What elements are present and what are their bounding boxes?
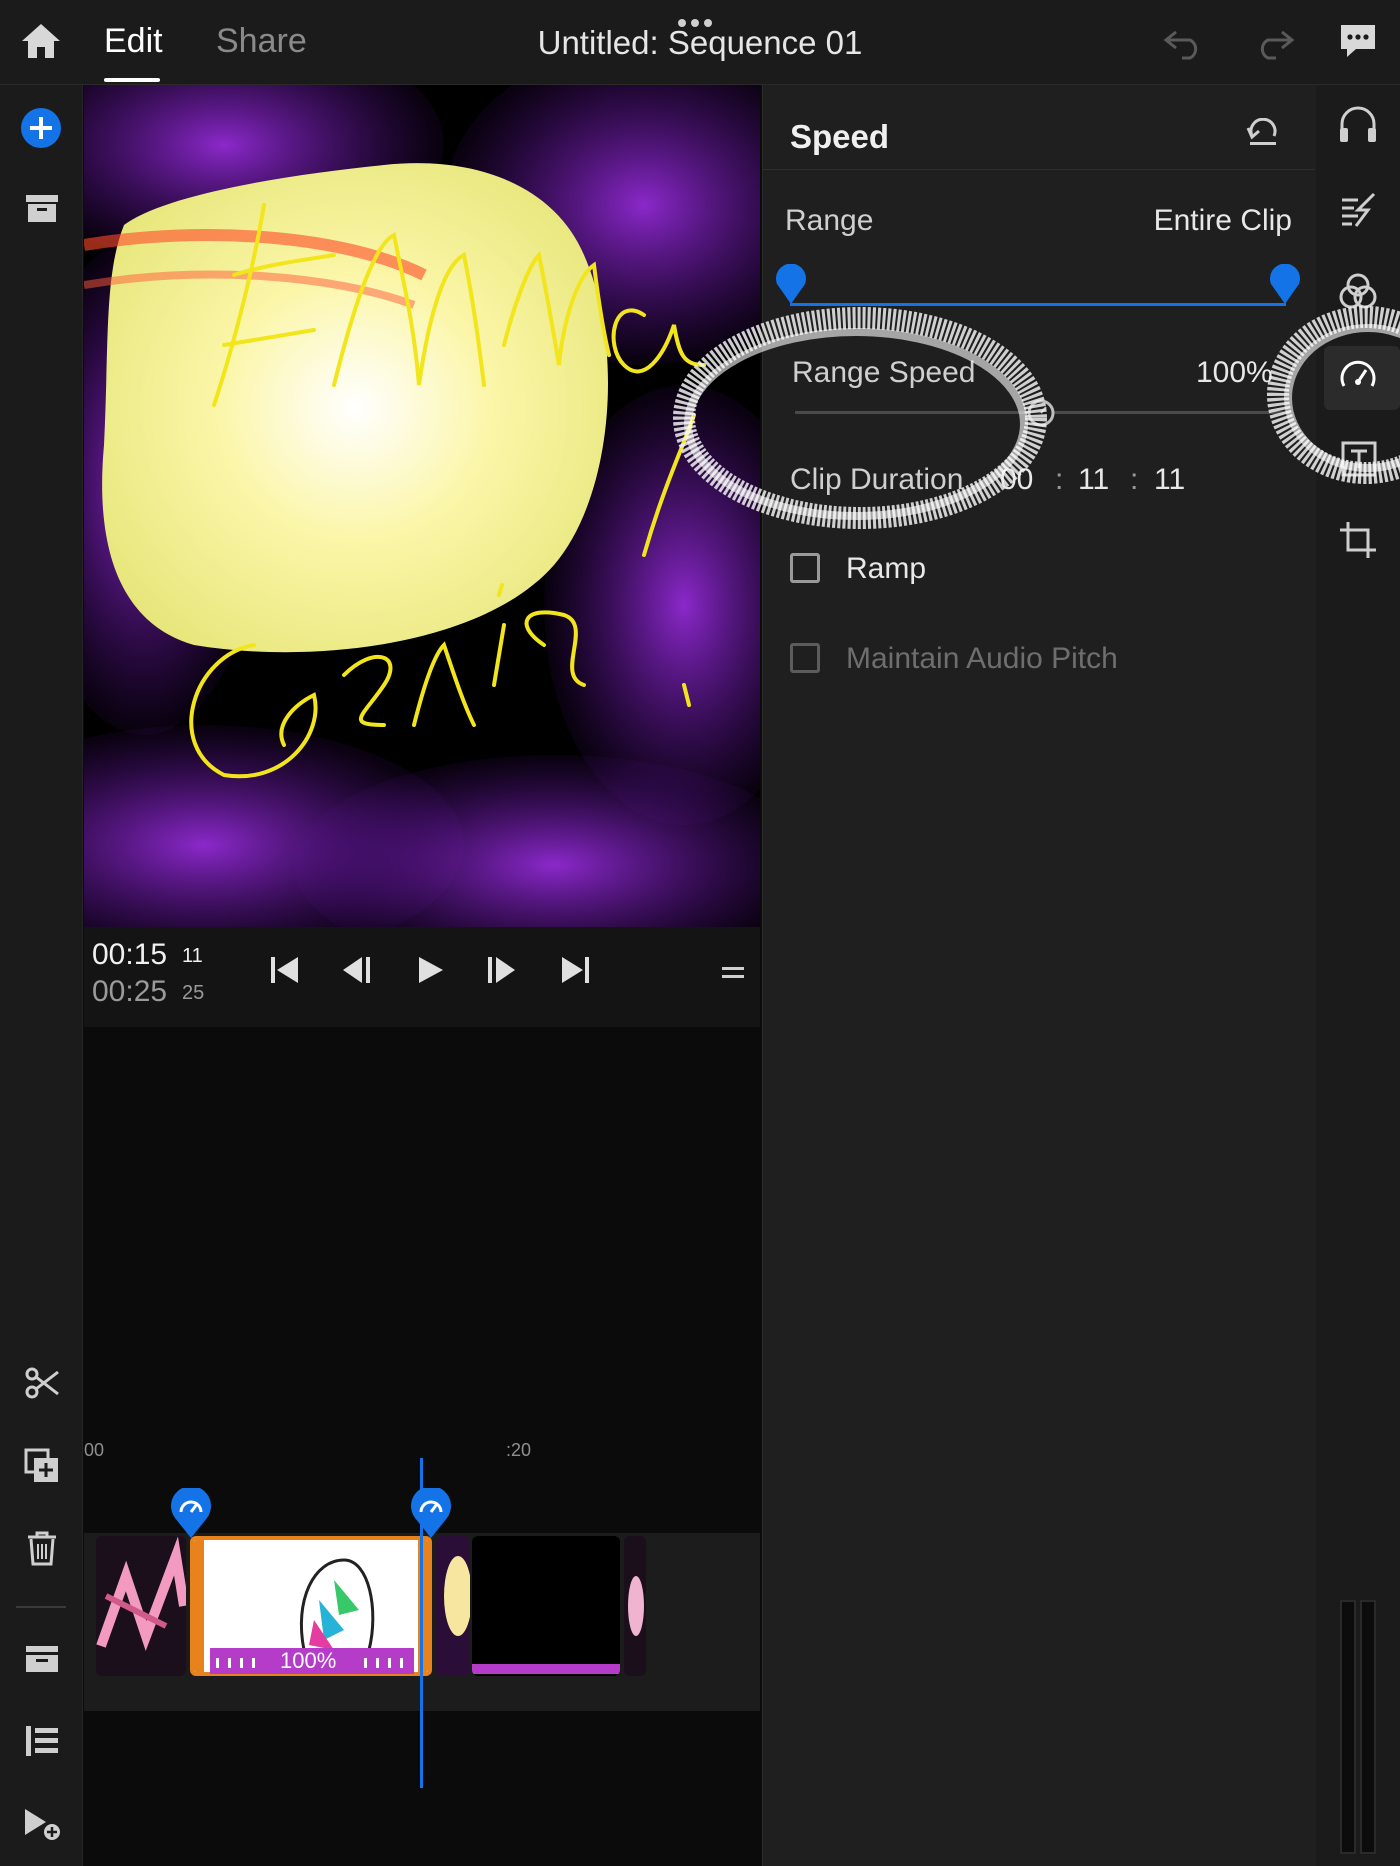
clip-duration-hours[interactable]: 00 [1000,463,1033,497]
left-toolbar [0,85,83,1866]
range-speed-value[interactable]: 100% [1196,356,1273,390]
ruler-mark-20: :20 [506,1440,532,1460]
clip-duration-seconds[interactable]: 11 [1078,463,1109,497]
audio-meter-left [1340,1600,1356,1854]
track-icon[interactable] [24,1644,60,1674]
timeline-clip-5[interactable] [624,1536,646,1676]
add-track-icon[interactable] [22,1806,62,1842]
toolbar-divider [16,1606,66,1608]
maintain-pitch-label: Maintain Audio Pitch [846,642,1118,675]
archive-icon[interactable] [24,192,60,224]
speed-icon[interactable] [1338,356,1378,396]
add-media-icon[interactable] [20,107,62,149]
redo-icon[interactable] [1252,24,1296,60]
range-label: Range [785,204,874,237]
audio-icon[interactable] [1338,106,1378,146]
color-icon[interactable] [1338,272,1378,312]
total-timecode: 00:25 [92,975,168,1008]
speed-panel [762,85,1316,1866]
step-back-icon[interactable] [340,954,374,986]
speed-panel-title: Speed [790,118,890,155]
clip-speed-label: 100% [280,1648,337,1673]
speed-keyframe-start-icon[interactable] [169,1488,213,1540]
ramp-checkbox[interactable] [790,553,820,583]
preview-artwork [84,85,760,927]
audio-meter-right [1360,1600,1376,1854]
clip-duration-frames[interactable]: 11 [1154,463,1185,497]
current-frames: 11 [182,945,203,967]
clip-duration-sep-1: : [1055,463,1064,496]
scissors-icon[interactable] [24,1366,60,1400]
range-speed-slider-thumb[interactable] [1026,398,1056,428]
clip-duration-label: Clip Duration [790,463,964,496]
maintain-pitch-checkbox[interactable] [790,643,820,673]
video-preview[interactable] [84,85,760,927]
skip-to-start-icon[interactable] [268,954,302,986]
timeline-clip-4[interactable] [472,1536,620,1676]
playback-menu-icon[interactable] [722,966,744,980]
skip-to-end-icon[interactable] [558,954,592,986]
tab-edit-underline [104,78,160,82]
undo-icon[interactable] [1162,24,1206,60]
total-frames: 25 [182,982,205,1004]
trash-icon[interactable] [26,1530,58,1566]
ramp-label: Ramp [846,552,927,585]
range-end-handle[interactable] [1268,264,1302,306]
list-icon[interactable] [24,1724,60,1758]
ruler-mark-start: 00 [84,1440,105,1460]
timeline-clip-1[interactable] [96,1536,186,1676]
range-start-handle[interactable] [774,264,808,306]
feedback-icon[interactable] [1338,22,1378,60]
duplicate-icon[interactable] [24,1448,60,1484]
clip-duration-sep-2: : [1130,463,1139,496]
reset-icon[interactable] [1246,118,1280,148]
range-value[interactable]: Entire Clip [1154,204,1292,238]
range-speed-label: Range Speed [792,356,976,389]
text-icon[interactable] [1340,440,1378,478]
transitions-icon[interactable] [1338,190,1378,230]
play-icon[interactable] [414,954,446,986]
speed-keyframe-end-icon[interactable] [409,1488,453,1540]
range-slider-track[interactable] [790,303,1286,306]
timeline-clip-3[interactable] [436,1536,470,1676]
step-forward-icon[interactable] [484,954,518,986]
crop-icon[interactable] [1338,520,1378,560]
current-timecode: 00:15 [92,938,168,971]
more-options-icon[interactable] [678,14,722,27]
